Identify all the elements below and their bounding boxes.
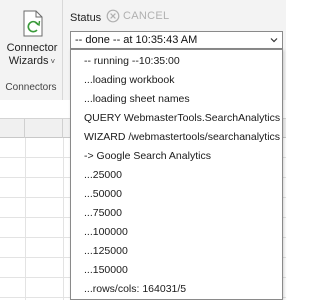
cancel-label: CANCEL — [123, 10, 170, 22]
list-item[interactable]: ...150000 — [71, 261, 282, 280]
chevron-down-icon — [270, 38, 278, 43]
connectors-group: Connector Wizards ˅ Connectors — [0, 0, 63, 100]
list-item[interactable]: QUERY WebmasterTools.SearchAnalytics — [71, 109, 282, 128]
list-item[interactable]: ...125000 — [71, 242, 282, 261]
connector-wizards-label-line2: Wizards ˅ — [8, 55, 56, 67]
list-item[interactable]: ...50000 — [71, 185, 282, 204]
cancel-circle-icon — [106, 9, 120, 23]
column-header-left[interactable] — [0, 119, 25, 138]
list-item[interactable]: ...loading sheet names — [71, 90, 282, 109]
status-select-value: -- done -- at 10:35:43 AM — [75, 34, 198, 46]
connectors-group-label: Connectors — [5, 82, 57, 93]
list-item[interactable]: ...75000 — [71, 204, 282, 223]
list-item[interactable]: ...25000 — [71, 166, 282, 185]
list-item[interactable]: WIZARD /webmastertools/searchanalytics — [71, 128, 282, 147]
chevron-down-icon: ˅ — [50, 57, 56, 66]
status-dropdown-list: -- running --10:35:00 ...loading workboo… — [70, 49, 283, 300]
connector-wizards-label-line1: Connector — [6, 42, 58, 54]
list-item[interactable]: -- running --10:35:00 — [71, 52, 282, 71]
refresh-document-icon — [23, 10, 43, 37]
list-item[interactable]: -> Google Search Analytics — [71, 147, 282, 166]
connector-wizards-button[interactable]: Connector Wizards ˅ — [4, 8, 60, 70]
list-item[interactable]: ...100000 — [71, 223, 282, 242]
list-item[interactable]: ...rows/cols: 164031/5 — [71, 280, 282, 299]
list-item[interactable]: ...loading workbook — [71, 71, 282, 90]
cancel-button[interactable]: CANCEL — [106, 9, 169, 23]
status-select[interactable]: -- done -- at 10:35:43 AM — [70, 31, 283, 49]
status-label: Status — [70, 12, 102, 24]
grid-divider — [63, 138, 64, 300]
grid-divider — [25, 138, 26, 300]
connector-wizards-label: Connector Wizards ˅ — [4, 42, 60, 68]
